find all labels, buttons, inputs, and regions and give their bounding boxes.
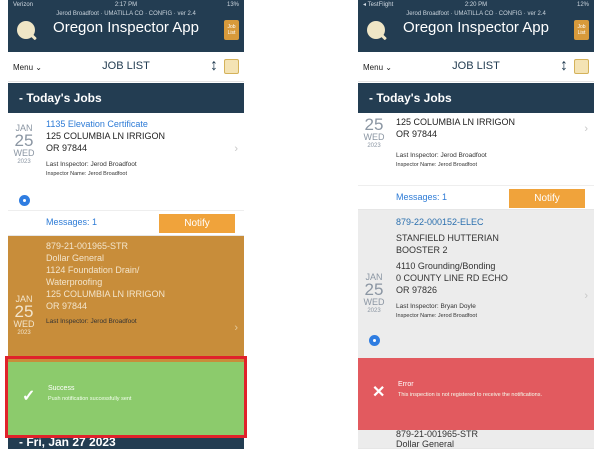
sort-icon[interactable]: ↕ [210,57,218,75]
address-line-2: OR 97844 [46,143,88,153]
job-card-selected[interactable]: 879-21-001965-STR Dollar General 1124 Fo… [8,236,244,366]
owner-name: Dollar General [396,439,455,449]
chevron-right-icon: › [584,123,588,135]
inspector-name: Inspector Name: Jerod Broadfoot [46,171,128,177]
address-line-1: 125 COLUMBIA LN IRRIGON [396,117,516,127]
inspector-name: Inspector Name: Jerod Broadfoot [396,313,478,319]
address-line-2: OR 97844 [46,301,88,311]
date-day: 25 [14,131,34,150]
last-inspector: Last Inspector: Jerod Broadfoot [46,318,137,325]
day-header[interactable]: - Today's Jobs [358,83,594,113]
date-weekday: WED [13,319,35,329]
date-day: 25 [14,302,34,321]
inspection-type-line-2: Waterproofing [46,277,103,287]
date-year: 2023 [17,159,31,165]
close-icon[interactable]: ✕ [372,382,385,402]
clock-label: 2:17 PM [114,2,138,8]
app-header: Jerod Broadfoot · UMATILLA CO · CONFIG ·… [358,10,594,52]
notify-button[interactable]: Notify [159,214,235,233]
job-details: 879-21-001965-STR Dollar General 1124 Fo… [46,240,230,327]
messages-link[interactable]: Messages: 1 [46,217,97,227]
message-row: Messages: 1 Notify [8,210,244,234]
job-details: 879-21-001965-STR Dollar General [396,430,580,449]
date-weekday: WED [363,132,385,142]
clock-label: 2:20 PM [464,2,488,8]
battery-label: 12% [576,2,589,8]
job-details: 125 COLUMBIA LN IRRIGON OR 97844 Last In… [396,116,580,170]
job-date: JAN 25 WED 2023 [8,123,40,166]
toast-title: Error [398,381,414,388]
page-title: JOB LIST [452,60,500,72]
address-line-1: 125 COLUMBIA LN IRRIGON [46,131,166,141]
notify-button[interactable]: Notify [509,189,585,208]
chevron-right-icon: › [584,290,588,302]
app-title: Oregon Inspector App [403,19,549,36]
job-details: 1135 Elevation Certificate 125 COLUMBIA … [46,118,230,179]
day-header[interactable]: - Today's Jobs [8,83,244,113]
right-phone-screen: ◂ TestFlight 2:20 PM 12% Jerod Broadfoot… [358,0,594,449]
address-line-1: 125 COLUMBIA LN IRRIGON [46,289,166,299]
job-card[interactable]: 879-21-001965-STR Dollar General [358,430,594,449]
permit-number: 879-21-001965-STR [396,429,479,439]
date-year: 2023 [367,143,381,149]
status-bar: Verizon 2:17 PM 13% [8,0,244,10]
location-pin-icon[interactable] [19,195,30,206]
inspection-type: 1135 Elevation Certificate [46,119,148,129]
error-toast[interactable]: ✕ Error This inspection is not registere… [358,358,594,430]
job-list-button[interactable]: Job List [224,20,239,40]
date-year: 2023 [367,308,381,314]
messages-link[interactable]: Messages: 1 [396,192,447,202]
address-line-2: OR 97844 [396,129,438,139]
job-card[interactable]: 25 WED 2023 125 COLUMBIA LN IRRIGON OR 9… [358,113,594,210]
battery-label: 13% [226,2,239,8]
date-weekday: WED [363,297,385,307]
job-date: JAN 25 WED 2023 [8,294,40,337]
status-bar: ◂ TestFlight 2:20 PM 12% [358,0,594,10]
inspection-type: 4110 Grounding/Bonding [396,261,496,271]
user-info: Jerod Broadfoot · UMATILLA CO · CONFIG ·… [56,11,196,17]
address-line-1: 0 COUNTY LINE RD ECHO [396,273,508,283]
permit-number: 879-22-000152-ELEC [396,217,484,227]
job-card[interactable]: JAN 25 WED 2023 1135 Elevation Certifica… [8,113,244,236]
app-title: Oregon Inspector App [53,19,199,36]
job-list-button[interactable]: Job List [574,20,589,40]
user-info: Jerod Broadfoot · UMATILLA CO · CONFIG ·… [406,11,546,17]
last-inspector: Last Inspector: Bryan Doyle [396,303,476,310]
highlight-box [5,356,247,438]
message-row: Messages: 1 Notify [358,185,594,209]
map-icon[interactable] [224,59,239,74]
last-inspector: Last Inspector: Jerod Broadfoot [396,152,487,159]
inspector-name: Inspector Name: Jerod Broadfoot [396,162,478,168]
map-icon[interactable] [574,59,589,74]
nav-bar: Menu ⌄ JOB LIST ↕ [8,52,244,82]
chevron-right-icon: › [234,143,238,155]
job-date: JAN 25 WED 2023 [358,272,390,315]
last-inspector: Last Inspector: Jerod Broadfoot [46,161,137,168]
job-date: 25 WED 2023 [358,115,390,150]
sort-icon[interactable]: ↕ [560,57,568,75]
job-details: 879-22-000152-ELEC STANFIELD HUTTERIAN B… [396,216,580,321]
date-day: 25 [364,115,384,134]
location-pin-icon[interactable] [369,335,380,346]
date-weekday: WED [13,148,35,158]
app-header: Jerod Broadfoot · UMATILLA CO · CONFIG ·… [8,10,244,52]
date-day: 25 [364,280,384,299]
toast-message: This inspection is not registered to rec… [398,392,542,398]
owner-name-line-2: BOOSTER 2 [396,245,448,255]
inspection-type-line-1: 1124 Foundation Drain/ [46,265,140,275]
page-title: JOB LIST [102,60,150,72]
permit-number: 879-21-001965-STR [46,241,129,251]
owner-name-line-1: STANFIELD HUTTERIAN [396,233,499,243]
chevron-right-icon: › [234,322,238,334]
date-year: 2023 [17,330,31,336]
owner-name: Dollar General [46,253,105,263]
address-line-2: OR 97826 [396,285,438,295]
job-card[interactable]: 879-22-000152-ELEC STANFIELD HUTTERIAN B… [358,210,594,364]
nav-bar: Menu ⌄ JOB LIST ↕ [358,52,594,82]
